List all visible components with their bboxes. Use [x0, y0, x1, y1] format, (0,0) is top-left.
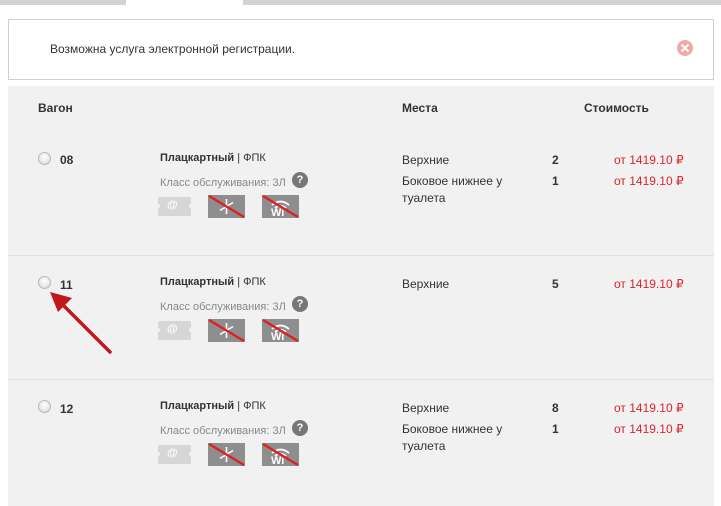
seat-count: 1 — [552, 174, 559, 188]
tab-inactive-left[interactable] — [0, 0, 126, 5]
wagon-table: Вагон Места Стоимость 08 Плацкартный | Ф… — [8, 86, 714, 506]
car-type-name: Плацкартный — [160, 276, 235, 288]
seat-count: 2 — [552, 153, 559, 167]
car-type-separator: | — [234, 152, 244, 164]
no-wifi-icon: Wi — [262, 443, 299, 466]
wagon-row-12[interactable]: 12 Плацкартный | ФПК Класс обслуживания:… — [8, 400, 714, 506]
seat-price[interactable]: от 1419.10 ₽ — [614, 173, 684, 190]
car-type: Плацкартный | ФПК — [160, 152, 266, 164]
no-air-conditioning-icon — [208, 443, 245, 466]
column-header-price: Стоимость — [584, 101, 649, 115]
car-type-name: Плацкартный — [160, 400, 235, 412]
ereg-at-label: @ — [167, 323, 178, 335]
service-class: Класс обслуживания: 3Л — [160, 301, 286, 313]
question-icon[interactable]: ? — [292, 420, 308, 436]
no-air-conditioning-icon — [208, 195, 245, 218]
seat-count: 1 — [552, 422, 559, 436]
seat-type: Верхние — [402, 153, 450, 167]
wagon-number: 11 — [60, 278, 73, 292]
close-icon[interactable] — [677, 40, 693, 56]
wagon-row-11[interactable]: 11 Плацкартный | ФПК Класс обслуживания:… — [8, 276, 714, 400]
seat-count: 5 — [552, 277, 559, 291]
notice-text: Возможна услуга электронной регистрации. — [50, 42, 296, 56]
wagon-row-08[interactable]: 08 Плацкартный | ФПК Класс обслуживания:… — [8, 152, 714, 276]
carrier-name: ФПК — [243, 152, 266, 164]
wagon-radio-11[interactable] — [38, 276, 51, 289]
service-class: Класс обслуживания: 3Л — [160, 425, 286, 437]
car-type-name: Плацкартный — [160, 152, 235, 164]
wagon-number: 08 — [60, 153, 74, 167]
seat-type: Боковое нижнее у туалета — [402, 422, 503, 453]
no-air-conditioning-icon — [208, 319, 245, 342]
row-divider — [8, 255, 714, 256]
seat-price[interactable]: от 1419.10 ₽ — [614, 400, 684, 417]
electronic-registration-icon: @ — [156, 445, 193, 464]
seat-price[interactable]: от 1419.10 ₽ — [614, 276, 684, 293]
seat-count: 8 — [552, 401, 559, 415]
service-class: Класс обслуживания: 3Л — [160, 177, 286, 189]
question-icon[interactable]: ? — [292, 172, 308, 188]
no-wifi-icon: Wi — [262, 319, 299, 342]
row-divider — [8, 379, 714, 380]
wagon-number: 12 — [60, 402, 74, 416]
e-registration-notice: Возможна услуга электронной регистрации. — [8, 19, 714, 80]
seat-price[interactable]: от 1419.10 ₽ — [614, 421, 684, 438]
column-header-seats: Места — [402, 101, 438, 115]
electronic-registration-icon: @ — [156, 197, 193, 216]
car-type-separator: | — [234, 276, 244, 288]
car-type: Плацкартный | ФПК — [160, 276, 266, 288]
wagon-radio-12[interactable] — [38, 400, 51, 413]
seat-type: Верхние — [402, 401, 450, 415]
seat-type: Боковое нижнее у туалета — [402, 174, 503, 205]
carrier-name: ФПК — [243, 400, 266, 412]
no-wifi-icon: Wi — [262, 195, 299, 218]
tab-inactive-right[interactable] — [243, 0, 721, 5]
wagon-radio-08[interactable] — [38, 152, 51, 165]
question-icon[interactable]: ? — [292, 296, 308, 312]
seat-type: Верхние — [402, 277, 450, 291]
seat-price[interactable]: от 1419.10 ₽ — [614, 152, 684, 169]
column-header-wagon: Вагон — [38, 101, 73, 115]
ereg-at-label: @ — [167, 199, 178, 211]
tabs-bar — [0, 0, 721, 5]
car-type-separator: | — [234, 400, 244, 412]
electronic-registration-icon: @ — [156, 321, 193, 340]
car-type: Плацкартный | ФПК — [160, 400, 266, 412]
ereg-at-label: @ — [167, 447, 178, 459]
carrier-name: ФПК — [243, 276, 266, 288]
